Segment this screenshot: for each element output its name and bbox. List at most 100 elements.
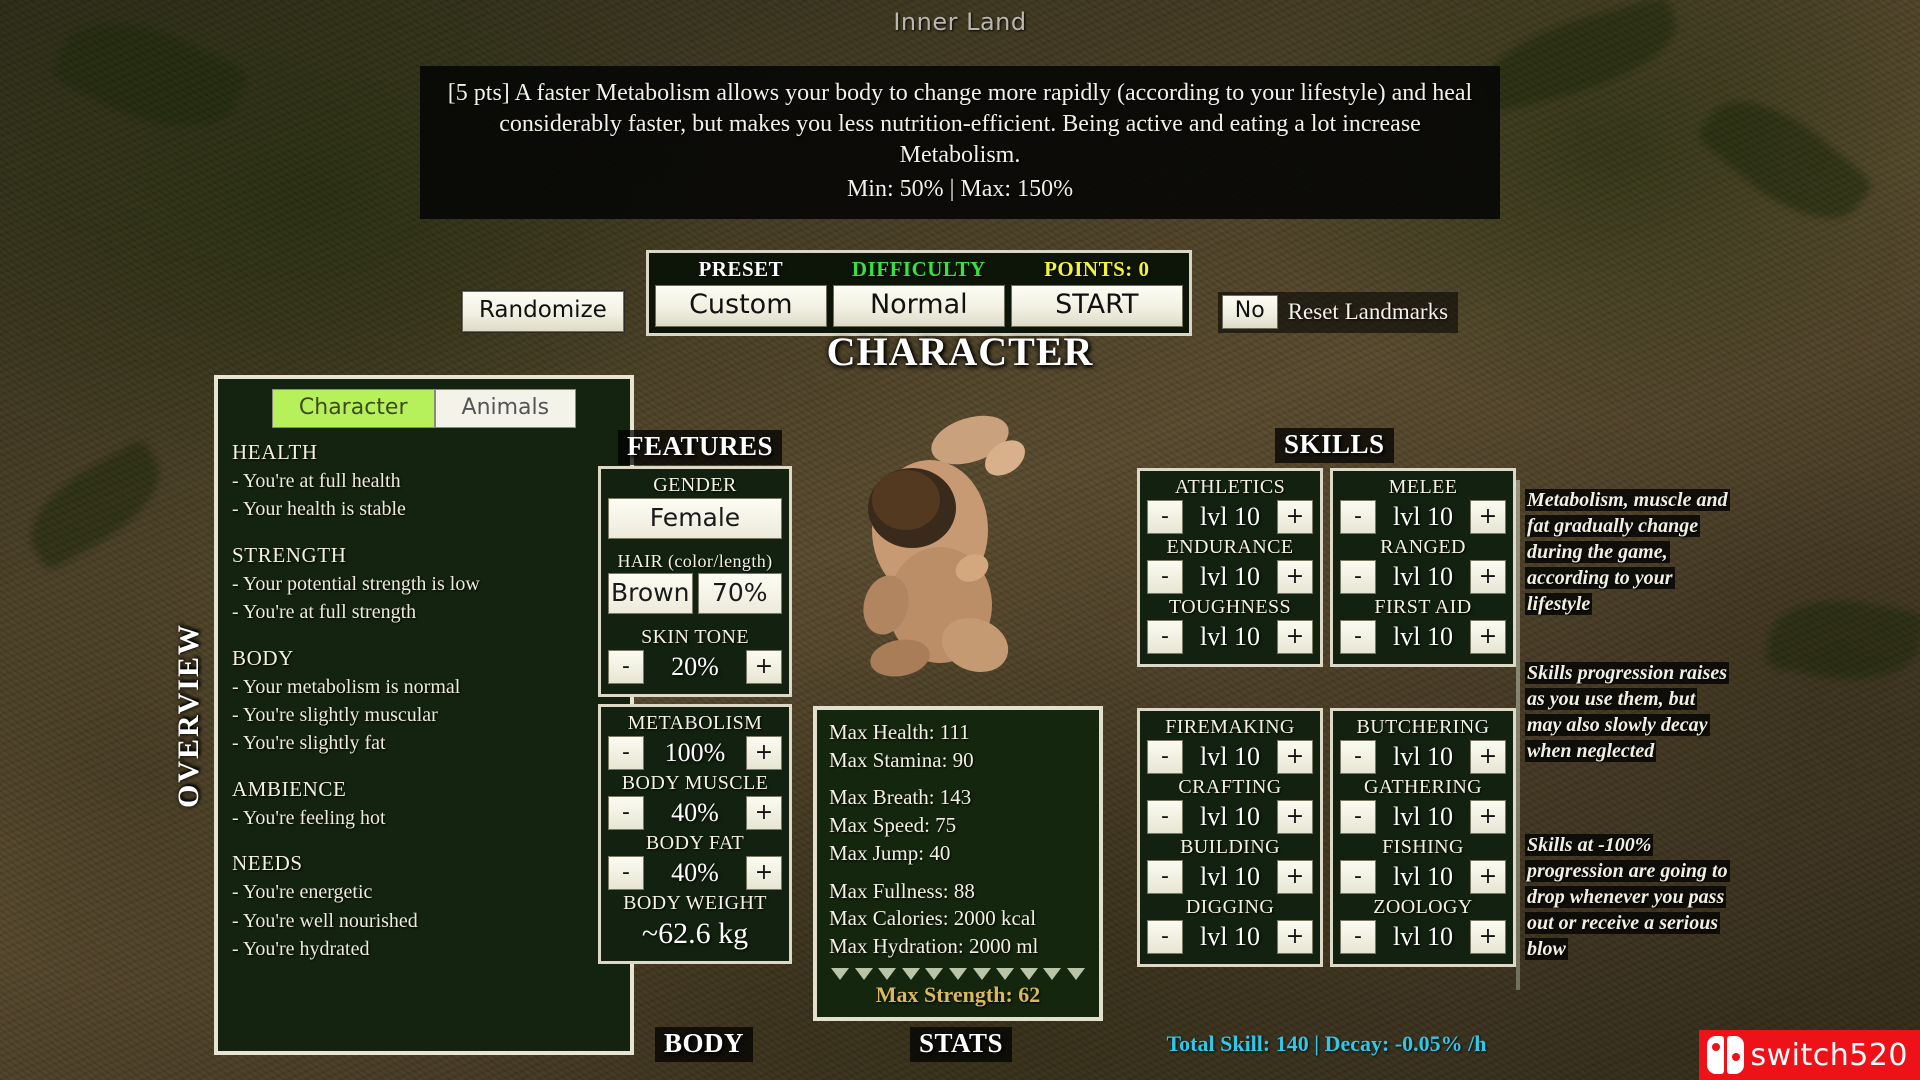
decrease-button[interactable]: - <box>1147 500 1183 534</box>
hints-rail <box>1516 480 1520 990</box>
randomize-button[interactable]: Randomize <box>461 291 624 332</box>
skills-title: SKILLS <box>1275 428 1394 463</box>
skill-value: lvl 10 <box>1200 922 1260 951</box>
skills-column-survival: FIREMAKING - lvl 10 + CRAFTING - lvl 10 + BUILDI… <box>1137 708 1323 967</box>
skill-label: TOUGHNESS <box>1168 596 1292 618</box>
preset-value-button[interactable]: Custom <box>654 285 827 327</box>
decrease-button[interactable]: - <box>1340 620 1376 654</box>
increase-button[interactable]: + <box>1277 620 1313 654</box>
preset-group: PRESET Custom DIFFICULTY Normal POINTS: … <box>645 250 1192 336</box>
skill-label: ATHLETICS <box>1174 476 1286 498</box>
increase-button[interactable]: + <box>746 856 782 890</box>
increase-button[interactable]: + <box>1277 740 1313 774</box>
decrease-button[interactable]: - <box>1340 920 1376 954</box>
skill-label: GATHERING <box>1363 776 1483 798</box>
skin-tone-label: SKIN TONE <box>641 625 749 648</box>
stat-line: Max Health: 111 <box>829 720 970 744</box>
increase-button[interactable]: + <box>1470 860 1506 894</box>
decrease-button[interactable]: - <box>608 856 644 890</box>
difficulty-column: DIFFICULTY Normal <box>832 257 1005 327</box>
hint-body-change: Metabolism, muscle and fat gradually cha… <box>1525 487 1730 617</box>
triangle-down-icon <box>948 967 967 980</box>
increase-button[interactable]: + <box>1470 800 1506 834</box>
hair-row: HAIR (color/length) Brown 70% <box>608 551 782 614</box>
stats-group-vitals: Max Health: 111 Max Stamina: 90 <box>829 719 1087 774</box>
watermark-text: switch520 <box>1750 1037 1908 1073</box>
overview-line: - Your health is stable <box>232 498 406 521</box>
overview-line: - You're at full health <box>232 470 401 492</box>
reset-landmarks-toggle[interactable]: No <box>1221 295 1278 329</box>
overview-panel: Character Animals HEALTH - You're at full… <box>214 375 634 1055</box>
skill-value: lvl 10 <box>1200 562 1260 591</box>
skill-label: BUTCHERING <box>1356 716 1490 738</box>
decrease-button[interactable]: - <box>1147 800 1183 834</box>
decrease-button[interactable]: - <box>1147 860 1183 894</box>
body-stat-label: BODY FAT <box>645 832 745 854</box>
triangle-down-icon <box>1043 967 1062 980</box>
decrease-button[interactable]: - <box>608 736 644 770</box>
increase-button[interactable]: + <box>1277 500 1313 534</box>
increase-button[interactable]: + <box>1470 920 1506 954</box>
stat-line: Max Breath: 143 <box>829 785 972 810</box>
decrease-button[interactable]: - <box>1147 620 1183 654</box>
increase-button[interactable]: + <box>1470 560 1506 594</box>
increase-button[interactable]: + <box>746 736 782 770</box>
character-portrait <box>820 400 1080 690</box>
stats-group-movement: Max Breath: 143 Max Speed: 75 Max Jump: 40 <box>829 784 1087 867</box>
overview-group: AMBIENCE - You're feeling hot <box>232 777 616 832</box>
start-button[interactable]: START <box>1010 285 1183 327</box>
decrease-button[interactable]: - <box>1340 560 1376 594</box>
leaf-decoration <box>12 437 178 573</box>
character-figure-icon <box>863 415 1025 677</box>
skills-column-combat: MELEE - lvl 10 + RANGED - lvl 10 + FIRST AID - lvl… <box>1330 468 1516 667</box>
skill-value: lvl 10 <box>1200 622 1260 651</box>
overview-group: BODY - Your metabolism is normal - You're … <box>232 646 616 758</box>
increase-button[interactable]: + <box>1277 920 1313 954</box>
skill-label: FISHING <box>1382 836 1464 858</box>
stat-row: GATHERING - lvl 10 + <box>1340 776 1506 834</box>
stat-row: CRAFTING - lvl 10 + <box>1147 776 1313 834</box>
skill-value: lvl 10 <box>1393 622 1453 651</box>
stat-line: Max Fullness: 88 <box>829 878 975 903</box>
decrease-button[interactable]: - <box>1147 740 1183 774</box>
control-row: Randomize PRESET Custom DIFFICULTY Norma… <box>0 250 1920 336</box>
decrease-button[interactable]: - <box>1340 860 1376 894</box>
decrease-button[interactable]: - <box>1340 500 1376 534</box>
skill-label: ENDURANCE <box>1166 536 1294 558</box>
hair-color-button[interactable]: Brown <box>608 572 693 614</box>
stat-line: Max Calories: 2000 kcal <box>829 906 1037 931</box>
gender-value-button[interactable]: Female <box>608 498 782 539</box>
decrease-button[interactable]: - <box>1147 920 1183 954</box>
body-stat-value: 40% <box>671 858 719 887</box>
skill-value: lvl 10 <box>1200 862 1260 891</box>
tab-animals[interactable]: Animals <box>434 389 577 428</box>
decrease-button[interactable]: - <box>1340 800 1376 834</box>
triangle-down-icon <box>972 967 991 980</box>
hint-text: Skills at -100% progression are going to… <box>1525 834 1730 960</box>
skin-tone-minus-button[interactable]: - <box>608 649 644 684</box>
increase-button[interactable]: + <box>1470 740 1506 774</box>
increase-button[interactable]: + <box>1470 620 1506 654</box>
stat-row: BUILDING - lvl 10 + <box>1147 836 1313 894</box>
skill-value: lvl 10 <box>1393 922 1453 951</box>
tab-character[interactable]: Character <box>271 389 435 428</box>
hair-length-button[interactable]: 70% <box>697 572 782 614</box>
decrease-button[interactable]: - <box>1340 740 1376 774</box>
increase-button[interactable]: + <box>1277 800 1313 834</box>
increase-button[interactable]: + <box>1277 860 1313 894</box>
decrease-button[interactable]: - <box>608 796 644 830</box>
stat-row: ZOOLOGY - lvl 10 + <box>1340 896 1506 954</box>
increase-button[interactable]: + <box>1277 560 1313 594</box>
points-column: POINTS: 0 START <box>1010 257 1183 327</box>
decrease-button[interactable]: - <box>1147 560 1183 594</box>
overview-section: OVERVIEW Character Animals HEALTH - You'r… <box>170 375 634 1055</box>
difficulty-value-button[interactable]: Normal <box>832 285 1005 327</box>
increase-button[interactable]: + <box>1470 500 1506 534</box>
overview-line: - You're feeling hot <box>232 806 386 829</box>
skin-tone-plus-button[interactable]: + <box>746 649 782 684</box>
overview-group: STRENGTH - Your potential strength is low… <box>232 543 616 627</box>
skill-value: lvl 10 <box>1200 502 1260 531</box>
increase-button[interactable]: + <box>746 796 782 830</box>
body-weight-label: BODY WEIGHT <box>623 892 767 914</box>
leaf-decoration <box>1694 74 1876 246</box>
